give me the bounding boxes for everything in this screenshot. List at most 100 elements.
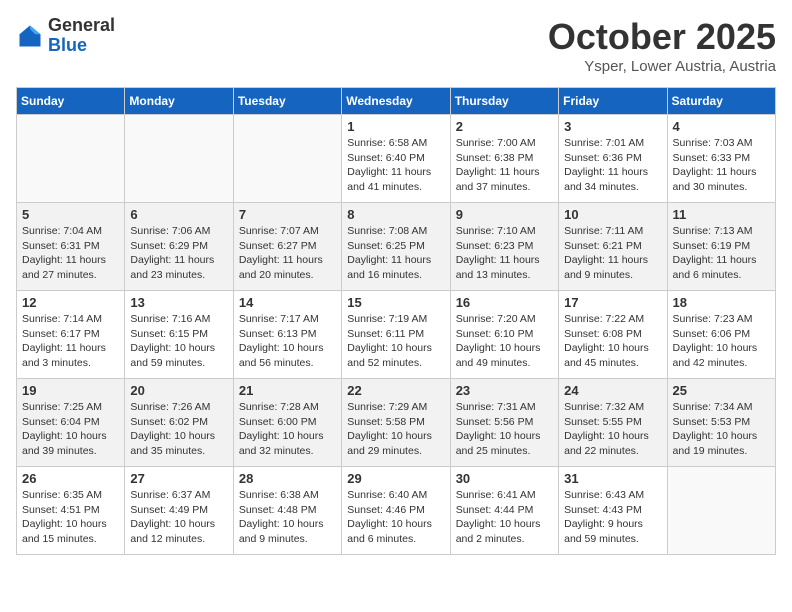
calendar-cell: 17Sunrise: 7:22 AM Sunset: 6:08 PM Dayli… bbox=[559, 291, 667, 379]
calendar-cell: 15 Sunrise: 7:19 AM Sunset: 6:11 PM Dayli… bbox=[342, 291, 450, 379]
calendar-cell: 7Sunrise: 7:07 AM Sunset: 6:27 PM Daylig… bbox=[233, 203, 341, 291]
day-number: 4 bbox=[673, 119, 770, 134]
day-number: 10 bbox=[564, 207, 661, 222]
day-number: 20 bbox=[130, 383, 227, 398]
calendar-cell: 30Sunrise: 6:41 AM Sunset: 4:44 PM Dayli… bbox=[450, 467, 558, 555]
day-info: Sunrise: 7:00 AM Sunset: 6:38 PM Dayligh… bbox=[456, 136, 553, 195]
month-title: October 2025 bbox=[548, 16, 776, 58]
day-info: Sunrise: 6:43 AM Sunset: 4:43 PM Dayligh… bbox=[564, 488, 661, 547]
day-number: 1 bbox=[347, 119, 444, 134]
calendar-cell: 12 Sunrise: 7:14 AM Sunset: 6:17 PM Dayli… bbox=[17, 291, 125, 379]
day-info: Sunrise: 7:06 AM Sunset: 6:29 PM Dayligh… bbox=[130, 224, 227, 283]
calendar-cell: 26 Sunrise: 6:35 AM Sunset: 4:51 PM Dayli… bbox=[17, 467, 125, 555]
logo-text: General Blue bbox=[48, 16, 115, 56]
calendar-cell: 6Sunrise: 7:06 AM Sunset: 6:29 PM Daylig… bbox=[125, 203, 233, 291]
day-number: 31 bbox=[564, 471, 661, 486]
page-header: General Blue October 2025 Ysper, Lower A… bbox=[16, 16, 776, 75]
column-header-thursday: Thursday bbox=[450, 88, 558, 115]
day-info: Sunrise: 7:16 AM Sunset: 6:15 PM Dayligh… bbox=[130, 312, 227, 371]
day-number: 28 bbox=[239, 471, 336, 486]
week-row-2: 5 Sunrise: 7:04 AM Sunset: 6:31 PM Daylig… bbox=[17, 203, 776, 291]
day-number: 29 bbox=[347, 471, 444, 486]
day-number: 30 bbox=[456, 471, 553, 486]
calendar-cell: 4 Sunrise: 7:03 AM Sunset: 6:33 PM Daylig… bbox=[667, 115, 775, 203]
day-info: Sunrise: 7:14 AM Sunset: 6:17 PM Dayligh… bbox=[22, 312, 119, 371]
calendar-cell: 20 Sunrise: 7:26 AM Sunset: 6:02 PM Dayli… bbox=[125, 379, 233, 467]
day-info: Sunrise: 7:17 AM Sunset: 6:13 PM Dayligh… bbox=[239, 312, 336, 371]
day-info: Sunrise: 6:35 AM Sunset: 4:51 PM Dayligh… bbox=[22, 488, 119, 547]
day-number: 24 bbox=[564, 383, 661, 398]
calendar-cell: 5 Sunrise: 7:04 AM Sunset: 6:31 PM Daylig… bbox=[17, 203, 125, 291]
calendar-cell: 18 Sunrise: 7:23 AM Sunset: 6:06 PM Dayli… bbox=[667, 291, 775, 379]
calendar-cell bbox=[125, 115, 233, 203]
day-number: 13 bbox=[130, 295, 227, 310]
calendar-cell: 10 Sunrise: 7:11 AM Sunset: 6:21 PM Dayli… bbox=[559, 203, 667, 291]
day-number: 3 bbox=[564, 119, 661, 134]
calendar-table: SundayMondayTuesdayWednesdayThursdayFrid… bbox=[16, 87, 776, 555]
day-info: Sunrise: 7:26 AM Sunset: 6:02 PM Dayligh… bbox=[130, 400, 227, 459]
day-number: 5 bbox=[22, 207, 119, 222]
day-info: Sunrise: 7:28 AM Sunset: 6:00 PM Dayligh… bbox=[239, 400, 336, 459]
calendar-cell: 21 Sunrise: 7:28 AM Sunset: 6:00 PM Dayli… bbox=[233, 379, 341, 467]
calendar-cell: 24Sunrise: 7:32 AM Sunset: 5:55 PM Dayli… bbox=[559, 379, 667, 467]
day-number: 16 bbox=[456, 295, 553, 310]
day-info: Sunrise: 6:38 AM Sunset: 4:48 PM Dayligh… bbox=[239, 488, 336, 547]
column-header-friday: Friday bbox=[559, 88, 667, 115]
calendar-cell: 11 Sunrise: 7:13 AM Sunset: 6:19 PM Dayli… bbox=[667, 203, 775, 291]
calendar-cell: 16Sunrise: 7:20 AM Sunset: 6:10 PM Dayli… bbox=[450, 291, 558, 379]
day-info: Sunrise: 7:19 AM Sunset: 6:11 PM Dayligh… bbox=[347, 312, 444, 371]
day-number: 19 bbox=[22, 383, 119, 398]
day-number: 22 bbox=[347, 383, 444, 398]
day-number: 26 bbox=[22, 471, 119, 486]
calendar-cell: 3 Sunrise: 7:01 AM Sunset: 6:36 PM Daylig… bbox=[559, 115, 667, 203]
calendar-cell: 22Sunrise: 7:29 AM Sunset: 5:58 PM Dayli… bbox=[342, 379, 450, 467]
day-info: Sunrise: 7:10 AM Sunset: 6:23 PM Dayligh… bbox=[456, 224, 553, 283]
column-header-wednesday: Wednesday bbox=[342, 88, 450, 115]
calendar-cell: 13 Sunrise: 7:16 AM Sunset: 6:15 PM Dayli… bbox=[125, 291, 233, 379]
day-info: Sunrise: 7:13 AM Sunset: 6:19 PM Dayligh… bbox=[673, 224, 770, 283]
day-info: Sunrise: 7:04 AM Sunset: 6:31 PM Dayligh… bbox=[22, 224, 119, 283]
day-info: Sunrise: 7:08 AM Sunset: 6:25 PM Dayligh… bbox=[347, 224, 444, 283]
calendar-cell bbox=[233, 115, 341, 203]
day-number: 11 bbox=[673, 207, 770, 222]
day-info: Sunrise: 7:11 AM Sunset: 6:21 PM Dayligh… bbox=[564, 224, 661, 283]
location-subtitle: Ysper, Lower Austria, Austria bbox=[548, 58, 776, 75]
logo: General Blue bbox=[16, 16, 115, 56]
calendar-cell: 19 Sunrise: 7:25 AM Sunset: 6:04 PM Dayli… bbox=[17, 379, 125, 467]
day-info: Sunrise: 6:40 AM Sunset: 4:46 PM Dayligh… bbox=[347, 488, 444, 547]
day-info: Sunrise: 7:03 AM Sunset: 6:33 PM Dayligh… bbox=[673, 136, 770, 195]
day-number: 15 bbox=[347, 295, 444, 310]
week-row-3: 12 Sunrise: 7:14 AM Sunset: 6:17 PM Dayli… bbox=[17, 291, 776, 379]
week-row-5: 26 Sunrise: 6:35 AM Sunset: 4:51 PM Dayli… bbox=[17, 467, 776, 555]
day-number: 21 bbox=[239, 383, 336, 398]
day-number: 18 bbox=[673, 295, 770, 310]
calendar-cell: 27 Sunrise: 6:37 AM Sunset: 4:49 PM Dayli… bbox=[125, 467, 233, 555]
day-info: Sunrise: 7:25 AM Sunset: 6:04 PM Dayligh… bbox=[22, 400, 119, 459]
day-number: 9 bbox=[456, 207, 553, 222]
calendar-cell: 1 Sunrise: 6:58 AM Sunset: 6:40 PM Daylig… bbox=[342, 115, 450, 203]
calendar-cell: 14Sunrise: 7:17 AM Sunset: 6:13 PM Dayli… bbox=[233, 291, 341, 379]
day-number: 25 bbox=[673, 383, 770, 398]
calendar-cell: 28 Sunrise: 6:38 AM Sunset: 4:48 PM Dayli… bbox=[233, 467, 341, 555]
day-info: Sunrise: 7:22 AM Sunset: 6:08 PM Dayligh… bbox=[564, 312, 661, 371]
calendar-cell: 2 Sunrise: 7:00 AM Sunset: 6:38 PM Daylig… bbox=[450, 115, 558, 203]
day-number: 7 bbox=[239, 207, 336, 222]
day-number: 12 bbox=[22, 295, 119, 310]
calendar-cell: 31 Sunrise: 6:43 AM Sunset: 4:43 PM Dayli… bbox=[559, 467, 667, 555]
calendar-cell bbox=[17, 115, 125, 203]
day-info: Sunrise: 6:58 AM Sunset: 6:40 PM Dayligh… bbox=[347, 136, 444, 195]
calendar-cell: 29 Sunrise: 6:40 AM Sunset: 4:46 PM Dayli… bbox=[342, 467, 450, 555]
day-info: Sunrise: 7:01 AM Sunset: 6:36 PM Dayligh… bbox=[564, 136, 661, 195]
logo-icon bbox=[16, 22, 44, 50]
day-number: 27 bbox=[130, 471, 227, 486]
title-area: October 2025 Ysper, Lower Austria, Austr… bbox=[548, 16, 776, 75]
day-info: Sunrise: 6:37 AM Sunset: 4:49 PM Dayligh… bbox=[130, 488, 227, 547]
calendar-header-row: SundayMondayTuesdayWednesdayThursdayFrid… bbox=[17, 88, 776, 115]
day-number: 2 bbox=[456, 119, 553, 134]
column-header-tuesday: Tuesday bbox=[233, 88, 341, 115]
day-number: 23 bbox=[456, 383, 553, 398]
day-info: Sunrise: 7:23 AM Sunset: 6:06 PM Dayligh… bbox=[673, 312, 770, 371]
column-header-sunday: Sunday bbox=[17, 88, 125, 115]
week-row-4: 19 Sunrise: 7:25 AM Sunset: 6:04 PM Dayli… bbox=[17, 379, 776, 467]
day-number: 8 bbox=[347, 207, 444, 222]
